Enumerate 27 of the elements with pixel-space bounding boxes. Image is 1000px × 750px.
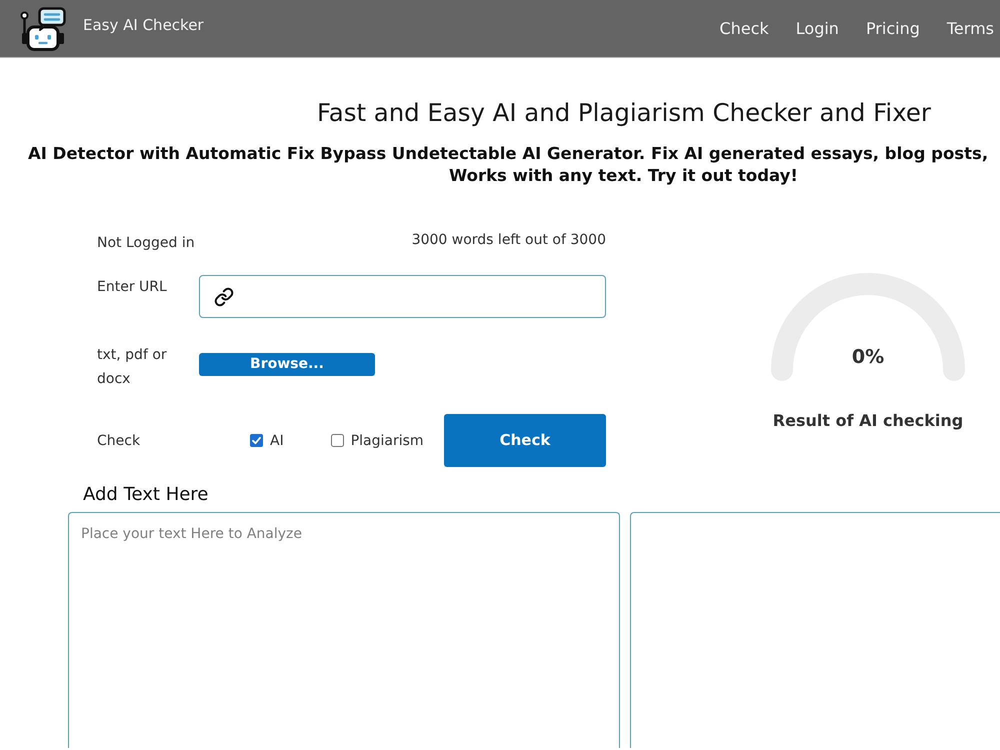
check-button[interactable]: Check [444,414,606,467]
robot-logo-icon[interactable] [20,6,66,50]
url-input-field[interactable] [199,275,606,318]
brand-link[interactable]: Easy AI Checker [83,16,204,34]
nav-link[interactable]: Terms [946,18,994,38]
nav-link[interactable]: Pricing [866,18,920,38]
page-title: Fast and Easy AI and Plagiarism Checker and Fixer [317,98,931,128]
result-caption: Result of AI checking [772,410,964,432]
subtitle-text: Works with any text. Try it out today! [449,165,798,187]
link-icon [214,286,234,306]
checkbox[interactable] [330,434,344,447]
url-label: Enter URL [97,278,168,296]
browse-button[interactable]: Browse... [199,353,375,376]
nav-link[interactable]: Login [796,18,839,38]
word-count-text: 3000 words left out of 3000 [412,231,606,249]
checkbox-label[interactable]: Plagiarism [350,432,424,450]
file-type-label: txt, pdf or docx [97,346,168,389]
checkbox-label[interactable]: AI [270,432,284,450]
editor-heading: Add Text Here [83,483,208,507]
result-text-field[interactable] [630,512,1000,748]
login-status-text: Not Logged in [97,234,195,252]
subtitle-text: AI Detector with Automatic Fix Bypass Undetectable AI Generator. Fix AI generated essays, blog posts, [28,143,988,165]
text-input-field[interactable]: Place your text Here to Analyze [68,512,620,748]
check-label: Check [97,432,142,450]
checkbox[interactable] [250,434,263,447]
result-percent-text: 0% [852,345,884,369]
nav-link[interactable]: Check [720,18,769,38]
